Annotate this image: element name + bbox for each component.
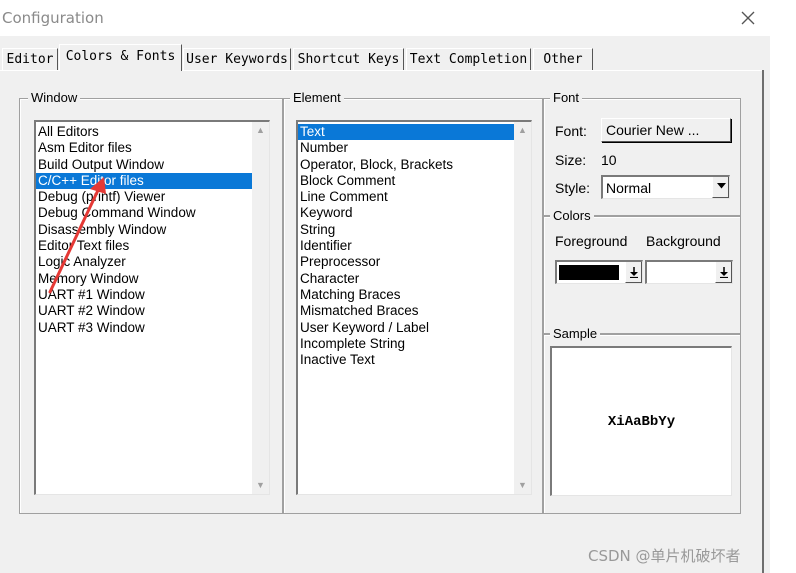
- tab-colors-fonts[interactable]: Colors & Fonts: [59, 44, 182, 71]
- scroll-down-icon[interactable]: ▼: [514, 477, 531, 494]
- window-list-item[interactable]: Editor Text files: [36, 238, 269, 254]
- foreground-color-picker[interactable]: [555, 260, 643, 284]
- sample-preview: XiAaBbYy: [550, 346, 732, 496]
- element-list-item[interactable]: Number: [298, 140, 531, 156]
- element-list-item[interactable]: Identifier: [298, 238, 531, 254]
- window-group-label: Window: [28, 90, 81, 105]
- element-list-item[interactable]: Matching Braces: [298, 287, 531, 303]
- font-picker-button[interactable]: Courier New ...: [601, 118, 731, 142]
- background-color-picker[interactable]: [645, 260, 733, 284]
- element-list-item[interactable]: Line Comment: [298, 189, 531, 205]
- scroll-up-icon[interactable]: ▲: [514, 122, 531, 139]
- element-list-item[interactable]: Inactive Text: [298, 352, 531, 368]
- window-list-item[interactable]: Memory Window: [36, 271, 269, 287]
- watermark: CSDN @单片机破坏者: [588, 547, 741, 565]
- tab-shortcut-keys[interactable]: Shortcut Keys: [293, 48, 404, 70]
- background-color-swatch: [649, 265, 709, 280]
- window-list-item[interactable]: Logic Analyzer: [36, 254, 269, 270]
- title-bar: Configuration: [0, 0, 770, 36]
- tab-user-keywords[interactable]: User Keywords: [183, 48, 291, 70]
- window-list-item[interactable]: C/C++ Editor files: [36, 172, 269, 190]
- scroll-down-icon[interactable]: ▼: [252, 477, 269, 494]
- window-list-item[interactable]: Build Output Window: [36, 157, 269, 173]
- style-label: Style:: [555, 180, 591, 196]
- background-label: Background: [646, 233, 721, 249]
- element-list-scrollbar[interactable]: ▲ ▼: [514, 122, 531, 494]
- window-title: Configuration: [2, 9, 104, 27]
- tab-other[interactable]: Other: [533, 48, 593, 70]
- window-listbox[interactable]: All Editors Asm Editor files Build Output …: [34, 120, 270, 495]
- close-icon: [741, 11, 755, 25]
- tab-label: Text Completion: [409, 52, 528, 67]
- element-list-item[interactable]: Preprocessor: [298, 254, 531, 270]
- element-listbox[interactable]: Text Number Operator, Block, Brackets Block…: [296, 120, 532, 495]
- download-arrow-icon: [630, 267, 638, 278]
- tab-label: Colors & Fonts: [65, 49, 176, 64]
- chevron-down-icon: [717, 183, 726, 189]
- window-list-item[interactable]: Debug (printf) Viewer: [36, 189, 269, 205]
- foreground-label: Foreground: [555, 233, 628, 249]
- foreground-dropdown-button[interactable]: [625, 262, 642, 283]
- colors-group-label: Colors: [550, 208, 594, 223]
- tab-label: Other: [543, 52, 583, 67]
- style-select[interactable]: Normal: [601, 175, 730, 199]
- style-select-value: Normal: [606, 180, 652, 196]
- style-dropdown-button[interactable]: [712, 177, 729, 198]
- window-list-scrollbar[interactable]: ▲ ▼: [252, 122, 269, 494]
- element-list-item[interactable]: String: [298, 222, 531, 238]
- scroll-up-icon[interactable]: ▲: [252, 122, 269, 139]
- element-list-item[interactable]: Text: [298, 124, 531, 141]
- element-list-item[interactable]: Mismatched Braces: [298, 303, 531, 319]
- tab-label: User Keywords: [186, 52, 288, 67]
- tab-editor[interactable]: Editor: [2, 48, 58, 70]
- tab-text-completion[interactable]: Text Completion: [406, 48, 531, 70]
- size-label: Size:: [555, 152, 587, 168]
- element-list-item[interactable]: User Keyword / Label: [298, 320, 531, 336]
- element-list-item[interactable]: Incomplete String: [298, 336, 531, 352]
- font-group-label: Font: [550, 90, 583, 105]
- window-list-item[interactable]: All Editors: [36, 124, 269, 140]
- window-list-item[interactable]: UART #1 Window: [36, 287, 269, 303]
- window-list-item[interactable]: Debug Command Window: [36, 205, 269, 221]
- close-button[interactable]: [728, 2, 768, 34]
- window-list-item[interactable]: Asm Editor files: [36, 140, 269, 156]
- font-label: Font:: [555, 123, 587, 139]
- element-list-item[interactable]: Operator, Block, Brackets: [298, 157, 531, 173]
- tab-label: Editor: [6, 52, 54, 67]
- window-list-item[interactable]: UART #3 Window: [36, 320, 269, 336]
- sample-text: XiAaBbYy: [607, 414, 676, 430]
- element-list-item[interactable]: Keyword: [298, 205, 531, 221]
- foreground-color-swatch: [559, 265, 619, 280]
- element-group-label: Element: [290, 90, 344, 105]
- window-list-item[interactable]: UART #2 Window: [36, 303, 269, 319]
- window-list-item[interactable]: Disassembly Window: [36, 222, 269, 238]
- element-list-item[interactable]: Character: [298, 271, 531, 287]
- download-arrow-icon: [720, 267, 728, 278]
- tab-label: Shortcut Keys: [297, 52, 400, 67]
- background-dropdown-button[interactable]: [715, 262, 732, 283]
- element-list-item[interactable]: Block Comment: [298, 173, 531, 189]
- dialog-right-edge: [762, 70, 764, 573]
- sample-group-label: Sample: [550, 326, 601, 341]
- size-value: 10: [601, 152, 617, 168]
